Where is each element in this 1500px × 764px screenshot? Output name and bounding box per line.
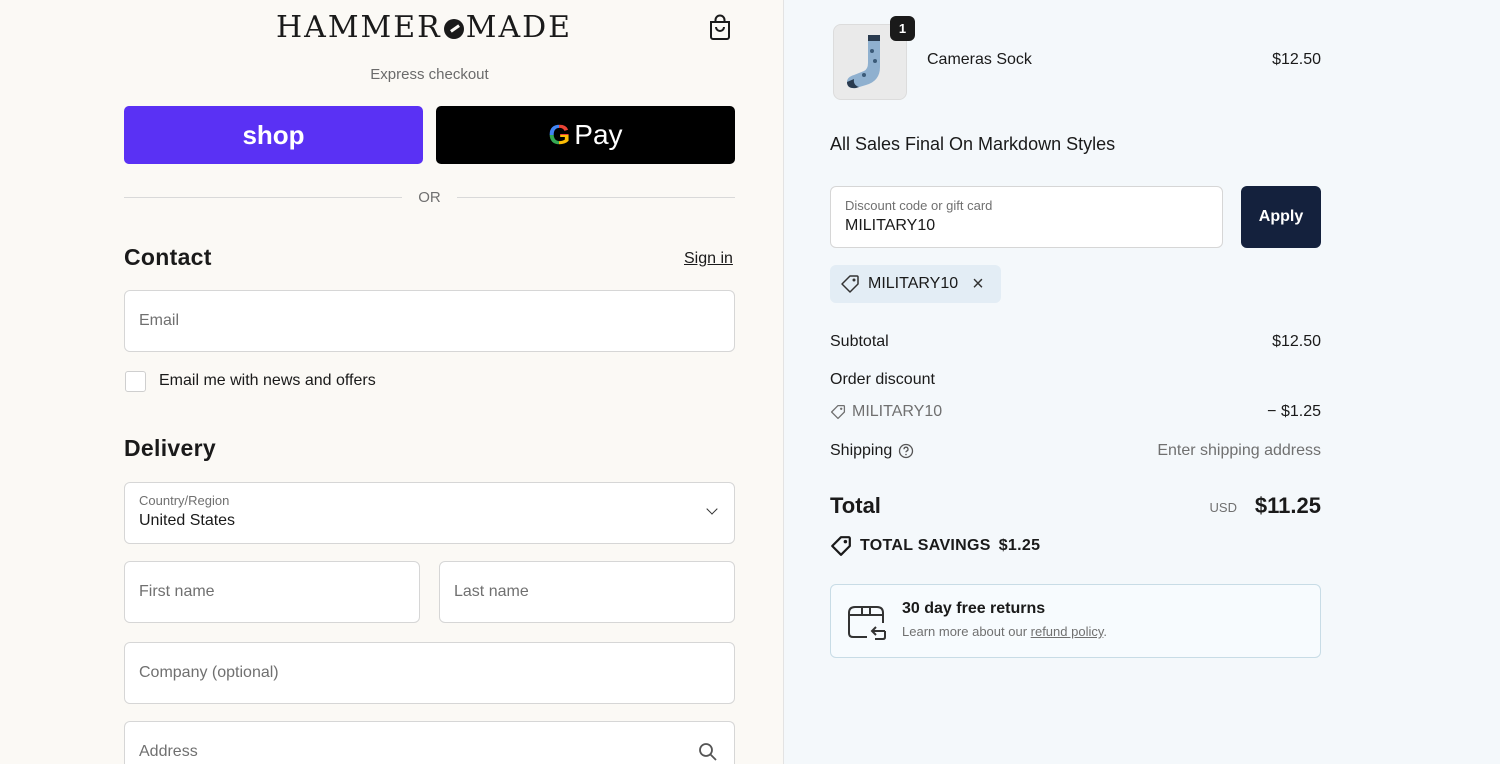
apply-discount-button[interactable]: Apply: [1241, 186, 1321, 248]
help-icon[interactable]: [898, 443, 914, 459]
remove-discount-icon[interactable]: ×: [972, 274, 984, 294]
delivery-heading: Delivery: [124, 435, 216, 461]
search-icon: [699, 743, 717, 761]
total-label: Total: [830, 493, 881, 518]
subtotal-label: Subtotal: [830, 333, 889, 350]
free-returns-banner: 30 day free returns Learn more about our…: [830, 584, 1321, 658]
shipping-row: Shipping: [830, 442, 914, 460]
refund-policy-link[interactable]: refund policy: [1031, 624, 1104, 639]
product-price: $12.50: [1272, 51, 1321, 68]
total-value: $11.25: [1254, 493, 1321, 518]
contact-heading: Contact: [124, 244, 212, 270]
discount-label: Discount code or gift card: [845, 198, 993, 213]
newsletter-checkbox[interactable]: [125, 371, 146, 392]
total-savings: TOTAL SAVINGS $1.25: [830, 535, 1040, 557]
country-label: Country/Region: [139, 493, 230, 508]
savings-value: $1.25: [998, 537, 1041, 554]
chevron-down-icon: [706, 503, 718, 515]
brand-name-right: MADE: [465, 10, 573, 45]
express-checkout-title: Express checkout: [370, 66, 489, 83]
returns-text-body: Learn more about our: [902, 624, 1031, 639]
last-name-field[interactable]: Last name: [439, 561, 735, 623]
discount-code-row: MILITARY10: [830, 403, 942, 421]
company-field[interactable]: Company (optional): [124, 642, 735, 704]
address-field[interactable]: Address: [124, 721, 735, 764]
sign-in-link[interactable]: Sign in: [684, 250, 733, 268]
checkout-form-panel: HAMMER MADE Express checkout shop G Pay …: [0, 0, 783, 764]
product-name: Cameras Sock: [927, 51, 1032, 68]
shopping-bag-icon[interactable]: [708, 14, 732, 40]
applied-discount-chip: MILITARY10 ×: [830, 265, 1001, 303]
country-value: United States: [139, 512, 236, 529]
last-name-placeholder: Last name: [454, 583, 529, 600]
shop-pay-button[interactable]: shop: [124, 106, 423, 164]
tag-icon: [830, 404, 846, 420]
first-name-field[interactable]: First name: [124, 561, 420, 623]
company-placeholder: Company (optional): [139, 664, 279, 681]
shipping-value: Enter shipping address: [1157, 442, 1321, 459]
google-pay-button[interactable]: G Pay: [436, 106, 735, 164]
or-text: OR: [418, 188, 441, 206]
discount-code-field[interactable]: Discount code or gift card MILITARY10: [830, 186, 1223, 248]
return-box-icon: [848, 606, 886, 640]
total-currency: USD: [1209, 500, 1237, 515]
tag-icon: [831, 536, 851, 556]
summary-discount-code: MILITARY10: [852, 403, 943, 420]
subtotal-value: $12.50: [1272, 333, 1321, 350]
country-select[interactable]: Country/Region United States: [124, 482, 735, 544]
newsletter-label: Email me with news and offers: [159, 372, 376, 389]
order-discount-label: Order discount: [830, 371, 935, 388]
shipping-label: Shipping: [830, 442, 893, 459]
returns-text-end: .: [1103, 624, 1108, 639]
returns-text: Learn more about our refund policy.: [902, 624, 1107, 639]
shop-pay-label: shop: [242, 119, 305, 150]
google-pay-label: Pay: [574, 119, 623, 150]
divider-line-left: [124, 196, 403, 198]
brand-name-left: HAMMER: [276, 10, 442, 45]
brand-logo[interactable]: HAMMER MADE: [276, 10, 572, 45]
brand-logo-mark: [443, 18, 464, 39]
address-placeholder: Address: [139, 743, 198, 760]
or-divider: OR: [124, 188, 735, 206]
email-field[interactable]: Email: [124, 290, 735, 352]
discount-value: MILITARY10: [845, 217, 936, 234]
discount-amount: − $1.25: [1267, 403, 1321, 420]
returns-title: 30 day free returns: [902, 600, 1046, 617]
first-name-placeholder: First name: [139, 583, 215, 600]
sales-notice: All Sales Final On Markdown Styles: [830, 134, 1116, 154]
email-placeholder: Email: [139, 312, 180, 329]
quantity-badge: 1: [890, 16, 915, 41]
divider-line-right: [456, 196, 735, 198]
savings-label: TOTAL SAVINGS: [860, 537, 991, 554]
google-g-icon: G: [548, 119, 571, 150]
tag-icon: [841, 275, 859, 293]
applied-discount-code: MILITARY10: [868, 275, 959, 292]
